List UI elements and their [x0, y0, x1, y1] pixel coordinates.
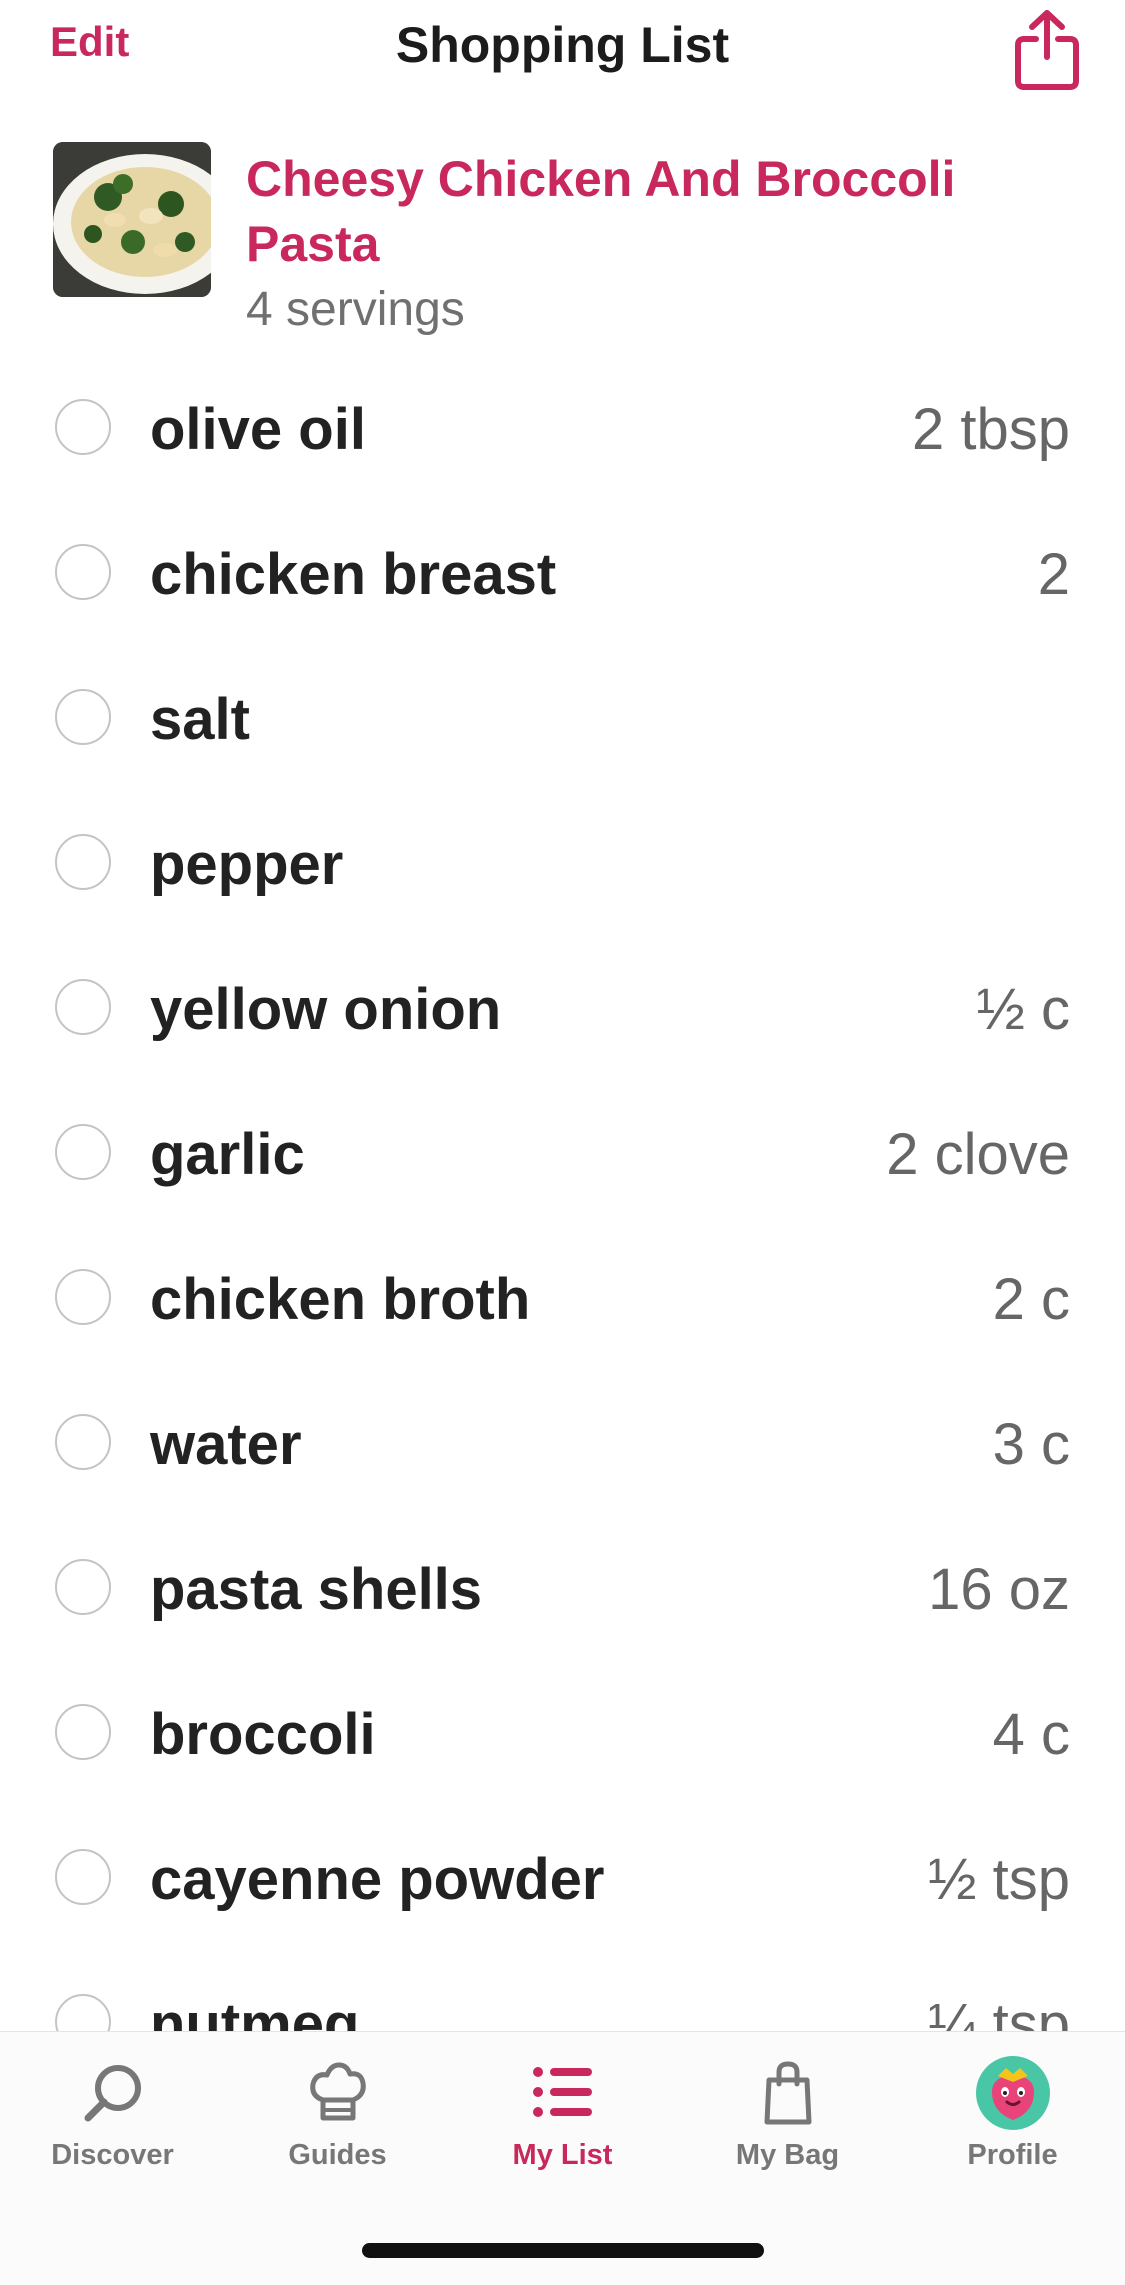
list-item[interactable]: chicken broth 2 c [0, 1226, 1125, 1371]
checkbox[interactable] [55, 1124, 111, 1180]
list-item[interactable]: garlic 2 clove [0, 1081, 1125, 1226]
tab-label: My List [512, 2139, 613, 2171]
tab-profile[interactable]: Profile [900, 2032, 1125, 2192]
pasta-image [53, 142, 211, 297]
list-item[interactable]: cayenne powder ½ tsp [0, 1806, 1125, 1951]
tab-label: My Bag [735, 2139, 840, 2171]
checkbox[interactable] [55, 1559, 111, 1615]
item-quantity: 4 c [992, 1702, 1070, 1767]
tab-discover[interactable]: Discover [0, 2032, 225, 2192]
tab-bar: Discover Guides My List My Bag Profile [0, 2031, 1125, 2285]
item-quantity: 16 oz [928, 1557, 1070, 1622]
checkbox[interactable] [55, 1704, 111, 1760]
bag-icon [764, 2061, 812, 2125]
ingredient-list: olive oil 2 tbsp chicken breast 2 salt p… [0, 356, 1125, 2031]
tab-guides[interactable]: Guides [225, 2032, 450, 2192]
checkbox[interactable] [55, 1414, 111, 1470]
item-name: water [150, 1412, 302, 1477]
list-item[interactable]: salt [0, 646, 1125, 791]
recipe-title[interactable]: Cheesy Chicken And Broccoli Pasta [246, 147, 966, 277]
list-item[interactable]: olive oil 2 tbsp [0, 356, 1125, 501]
checkbox[interactable] [55, 834, 111, 890]
item-name: broccoli [150, 1702, 376, 1767]
checkbox[interactable] [55, 1269, 111, 1325]
list-item[interactable]: pepper [0, 791, 1125, 936]
item-quantity: ½ c [976, 977, 1071, 1042]
navigation-bar: Edit Shopping List [0, 0, 1125, 100]
item-name: garlic [150, 1122, 305, 1187]
strawberry-avatar-icon [976, 2056, 1050, 2130]
item-name: chicken broth [150, 1267, 531, 1332]
checkbox[interactable] [55, 544, 111, 600]
checkbox[interactable] [55, 399, 111, 455]
recipe-header[interactable]: Cheesy Chicken And Broccoli Pasta 4 serv… [53, 142, 1073, 342]
list-item[interactable]: yellow onion ½ c [0, 936, 1125, 1081]
item-name: salt [150, 687, 250, 752]
item-name: nutmeg [150, 1992, 360, 2031]
tab-label: Guides [288, 2139, 387, 2171]
item-name: chicken breast [150, 542, 557, 607]
list-item[interactable]: chicken breast 2 [0, 501, 1125, 646]
item-quantity: 2 [1037, 542, 1070, 607]
item-quantity: 2 tbsp [912, 397, 1070, 462]
item-quantity: ¼ tsp [928, 1992, 1070, 2031]
item-name: cayenne powder [150, 1847, 605, 1912]
tab-my-bag[interactable]: My Bag [675, 2032, 900, 2192]
home-indicator [362, 2243, 764, 2258]
item-quantity: ½ tsp [928, 1847, 1070, 1912]
list-item[interactable]: nutmeg ¼ tsp [0, 1951, 1125, 2031]
recipe-thumbnail[interactable] [53, 142, 211, 297]
tab-label: Discover [51, 2139, 174, 2171]
checkbox[interactable] [55, 689, 111, 745]
list-item[interactable]: pasta shells 16 oz [0, 1516, 1125, 1661]
checkbox[interactable] [55, 1849, 111, 1905]
item-name: pepper [150, 832, 344, 897]
chef-hat-icon [310, 2062, 366, 2121]
share-button[interactable] [1012, 5, 1082, 95]
tab-my-list[interactable]: My List [450, 2032, 675, 2192]
recipe-servings: 4 servings [246, 283, 465, 336]
item-name: yellow onion [150, 977, 502, 1042]
checkbox[interactable] [55, 979, 111, 1035]
item-quantity: 2 c [992, 1267, 1070, 1332]
list-item[interactable]: water 3 c [0, 1371, 1125, 1516]
checkbox[interactable] [55, 1994, 111, 2031]
item-quantity: 3 c [992, 1412, 1070, 1477]
item-name: pasta shells [150, 1557, 483, 1622]
item-name: olive oil [150, 397, 366, 462]
share-icon [1015, 10, 1079, 90]
tab-label: Profile [967, 2139, 1058, 2171]
search-icon [84, 2065, 141, 2122]
list-item[interactable]: broccoli 4 c [0, 1661, 1125, 1806]
list-icon [533, 2067, 592, 2117]
item-quantity: 2 clove [886, 1122, 1070, 1187]
page-title: Shopping List [395, 17, 730, 73]
